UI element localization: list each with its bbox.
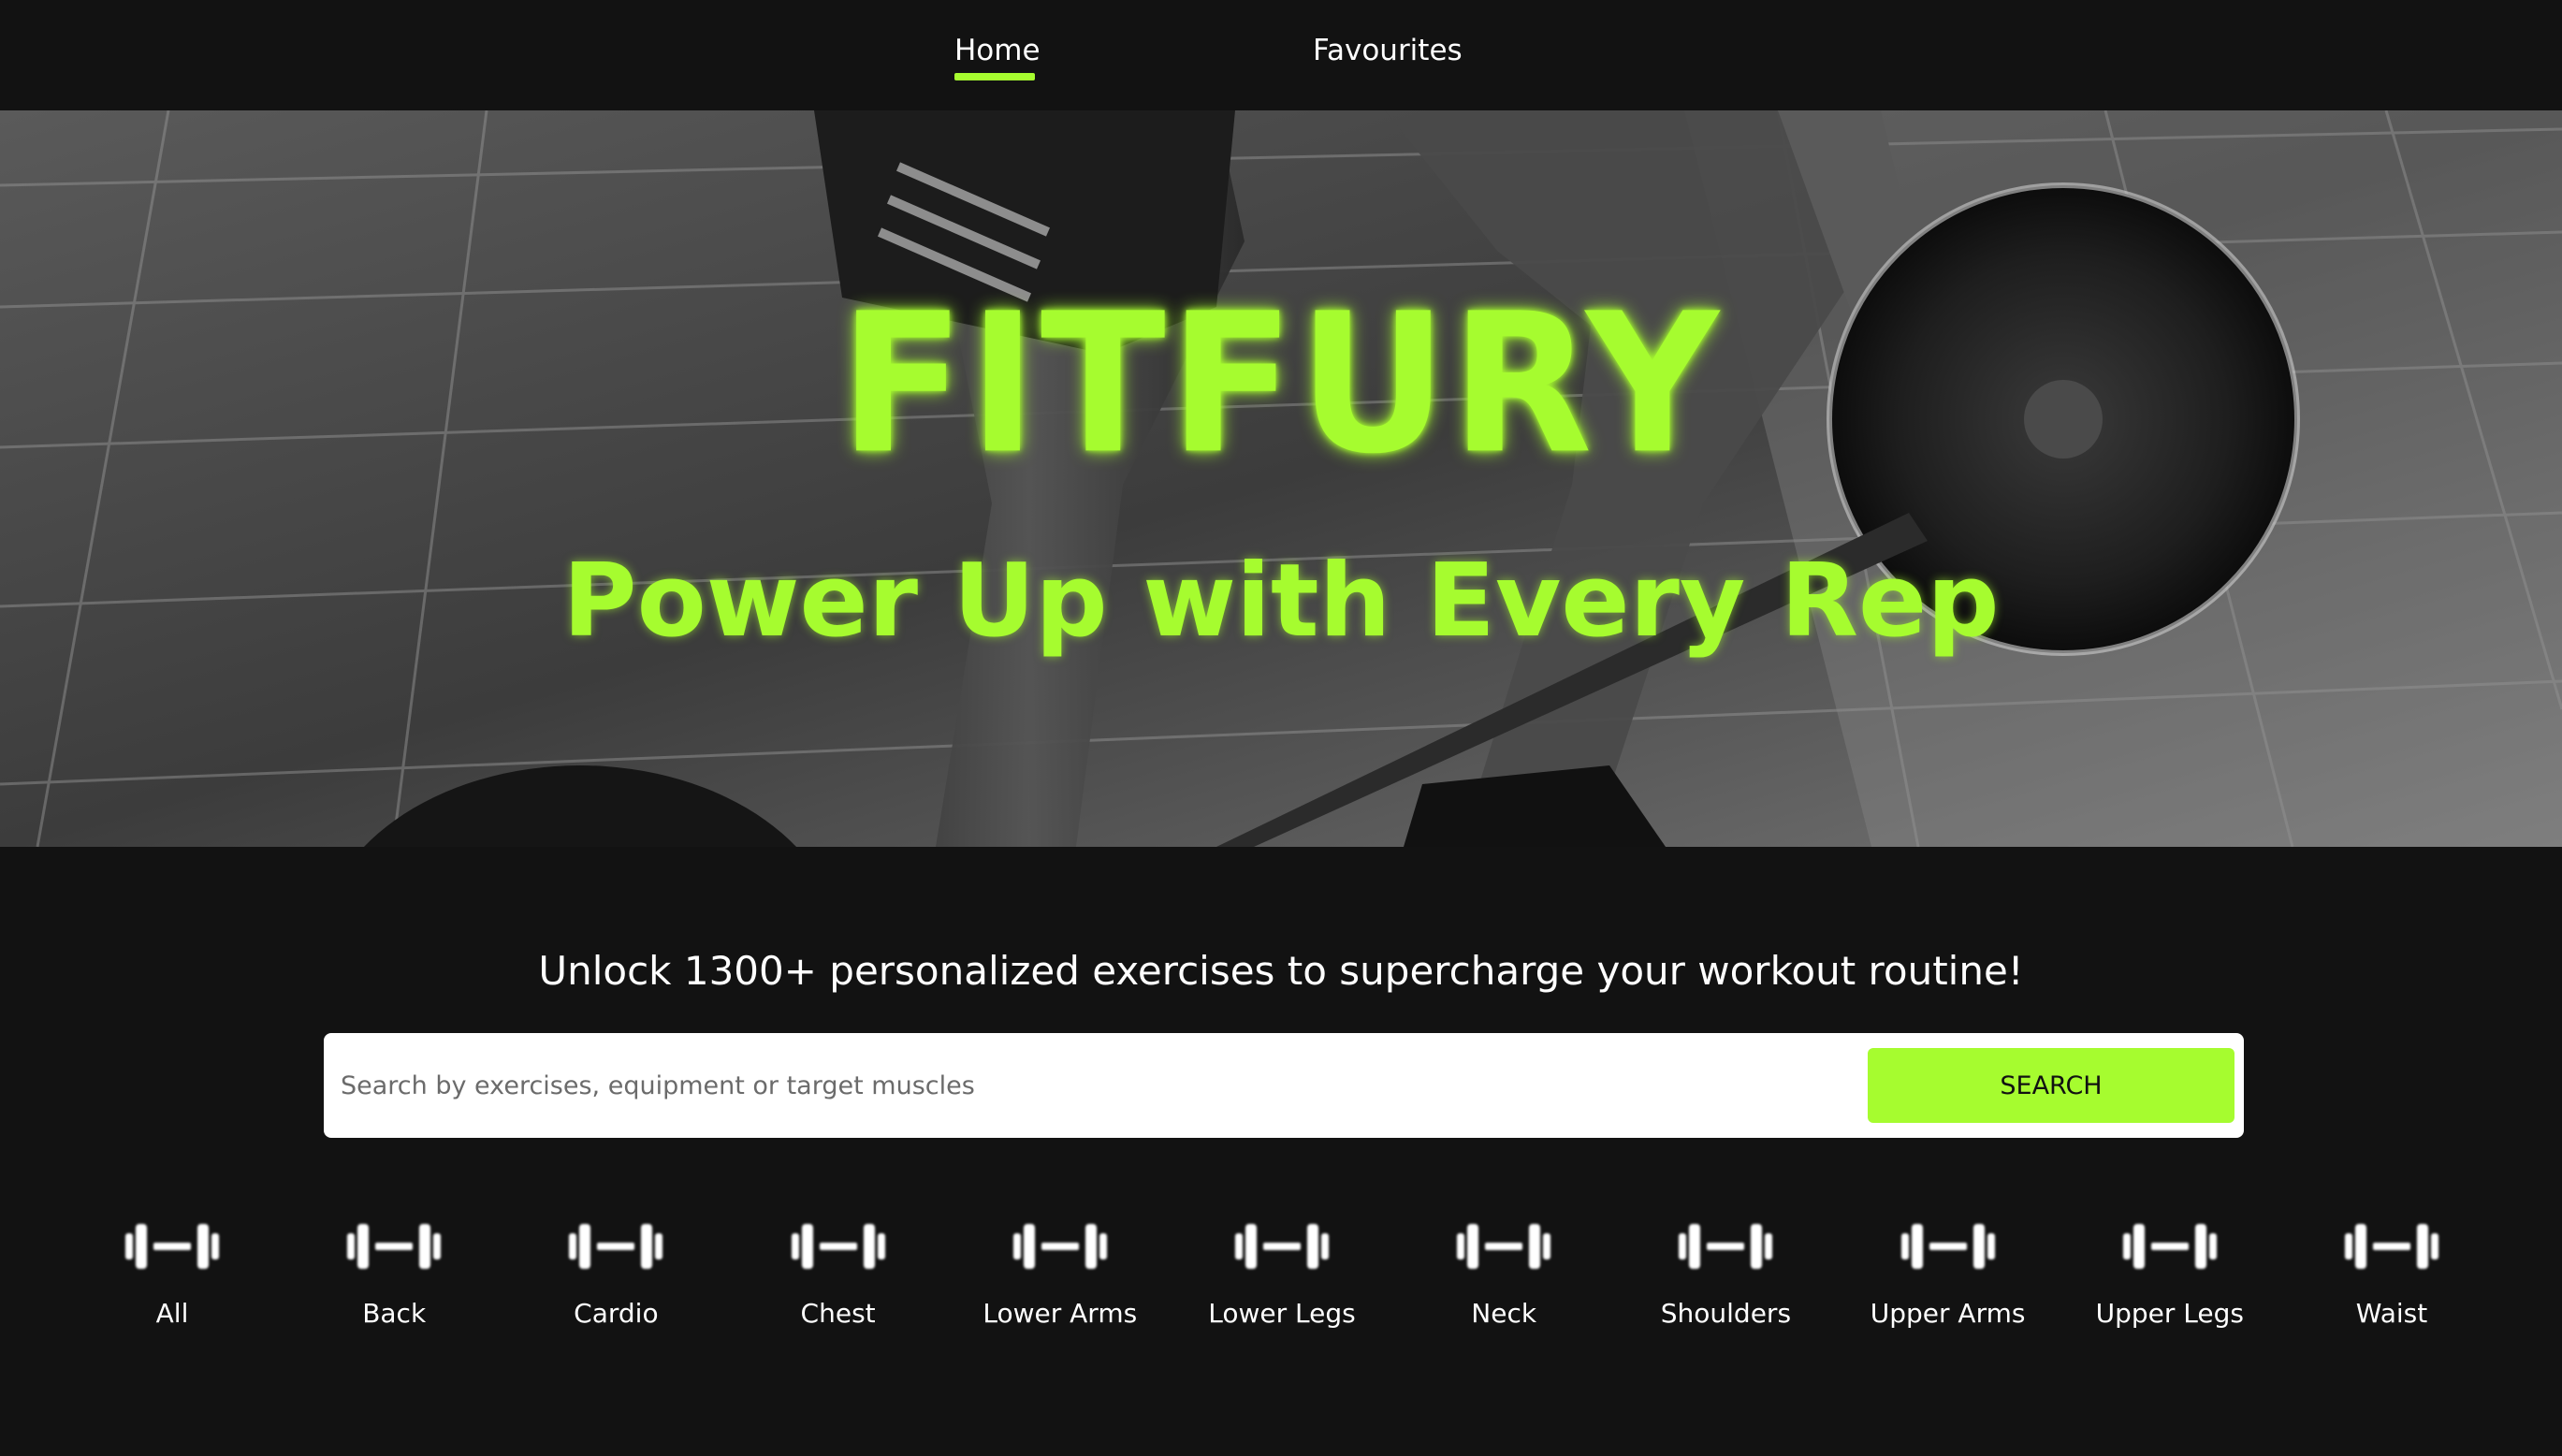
category-label: All — [155, 1298, 189, 1329]
category-item[interactable]: Lower Legs — [1188, 1207, 1376, 1347]
tagline: Unlock 1300+ personalized exercises to s… — [538, 948, 2024, 994]
category-item[interactable]: Upper Legs — [2076, 1207, 2264, 1347]
hero-subtitle: Power Up with Every Rep — [562, 543, 2000, 660]
nav-home-link[interactable]: Home — [954, 32, 1041, 69]
category-label: Neck — [1471, 1298, 1537, 1329]
category-item[interactable]: Back — [300, 1207, 488, 1347]
category-label: Upper Arms — [1870, 1298, 2026, 1329]
category-list: All Back Cardio Chest Lower Arms Lower Legs Ne… — [0, 1207, 2562, 1347]
dumbbell-icon — [125, 1224, 219, 1269]
dumbbell-icon — [2122, 1224, 2217, 1269]
dumbbell-icon — [347, 1224, 442, 1269]
category-label: Shoulders — [1660, 1298, 1792, 1329]
category-label: Lower Arms — [983, 1298, 1138, 1329]
dumbbell-icon — [1900, 1224, 1995, 1269]
category-item[interactable]: Shoulders — [1632, 1207, 1819, 1347]
search-bar: SEARCH — [324, 1033, 2244, 1138]
dumbbell-icon — [1012, 1224, 1107, 1269]
category-label: Upper Legs — [2095, 1298, 2244, 1329]
hero-banner: FITFURY Power Up with Every Rep — [0, 110, 2562, 847]
category-label: Waist — [2355, 1298, 2428, 1329]
dumbbell-icon — [791, 1224, 885, 1269]
dumbbell-icon — [2345, 1224, 2438, 1269]
category-item[interactable]: All — [79, 1207, 266, 1347]
category-label: Lower Legs — [1208, 1298, 1356, 1329]
dumbbell-icon — [1679, 1224, 1773, 1269]
nav-favourites-link[interactable]: Favourites — [1313, 32, 1463, 69]
dumbbell-icon — [1457, 1224, 1551, 1269]
category-label: Cardio — [574, 1298, 659, 1329]
nav-active-indicator — [954, 73, 1035, 80]
category-label: Back — [362, 1298, 427, 1329]
dumbbell-icon — [1235, 1224, 1329, 1269]
dumbbell-icon — [569, 1224, 663, 1269]
hero-title: FITFURY — [839, 272, 1723, 497]
category-label: Chest — [800, 1298, 876, 1329]
top-navigation: Home Favourites — [0, 0, 2562, 110]
category-item[interactable]: Upper Arms — [1855, 1207, 2042, 1347]
search-button[interactable]: SEARCH — [1868, 1048, 2234, 1123]
category-item[interactable]: Lower Arms — [967, 1207, 1154, 1347]
category-item[interactable]: Neck — [1410, 1207, 1597, 1347]
category-item[interactable]: Chest — [745, 1207, 932, 1347]
category-item[interactable]: Cardio — [522, 1207, 709, 1347]
category-item[interactable]: Waist — [2298, 1207, 2485, 1347]
